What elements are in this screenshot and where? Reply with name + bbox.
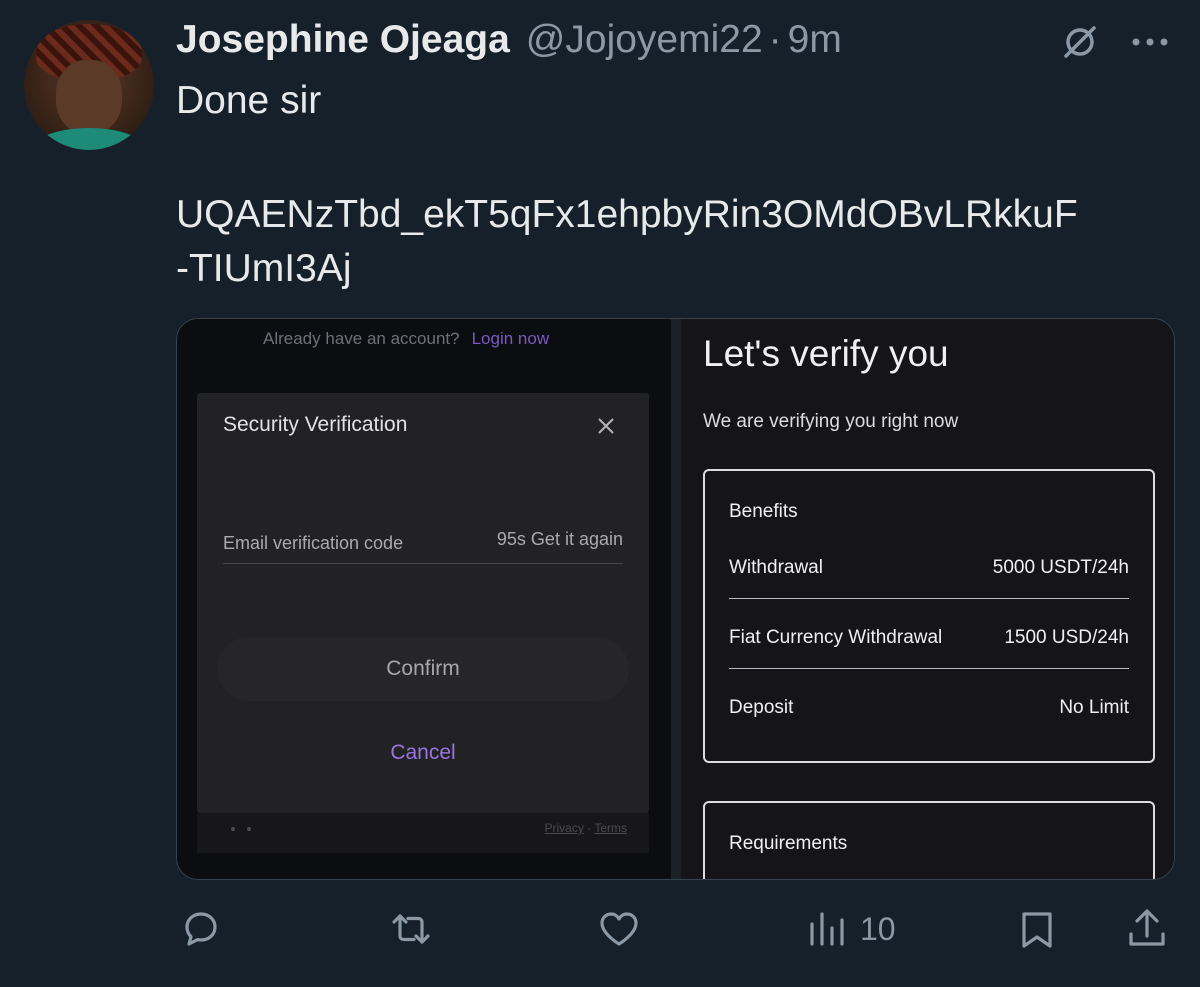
bookmark-button[interactable]	[1014, 904, 1060, 954]
benefit-value: 5000 USDT/24h	[992, 557, 1129, 578]
benefit-value: 1500 USD/24h	[1004, 627, 1129, 648]
face	[56, 60, 122, 134]
row-divider	[729, 598, 1129, 599]
avatar[interactable]	[24, 20, 154, 150]
requirements-card: Requirements	[703, 801, 1155, 879]
privacy-terms: Privacy · Terms	[545, 821, 627, 835]
already-label: Already have an account?	[263, 329, 460, 348]
verify-subtitle: We are verifying you right now	[703, 411, 959, 432]
grok-icon[interactable]	[1058, 20, 1102, 64]
close-icon	[598, 418, 614, 434]
reply-icon	[185, 912, 217, 946]
media-image-right[interactable]: Let's verify you We are verifying you ri…	[681, 319, 1174, 879]
benefit-label: Withdrawal	[729, 557, 823, 578]
tweet-text-line3: -TIUmI3Aj	[176, 247, 352, 290]
confirm-button: Confirm	[217, 637, 629, 701]
dots	[231, 827, 255, 831]
resend-countdown: 95s Get it again	[496, 529, 623, 549]
already-account-text: Already have an account? Login now	[263, 329, 549, 349]
benefits-title: Benefits	[729, 501, 798, 522]
privacy-link: Privacy	[544, 821, 584, 835]
benefit-label: Deposit	[729, 697, 794, 718]
modal-title: Security Verification	[223, 413, 408, 436]
heart-icon	[600, 912, 638, 946]
requirements-title: Requirements	[729, 833, 848, 854]
terms-link: Terms	[594, 821, 627, 835]
privacy-terms-dot: ·	[587, 821, 592, 835]
benefits-card: Benefits Withdrawal 5000 USDT/24h Fiat C…	[703, 469, 1155, 763]
like-button[interactable]	[596, 904, 642, 954]
tweet-actions: 10	[0, 900, 1200, 960]
media-divider	[671, 319, 681, 879]
reply-button[interactable]	[178, 904, 224, 954]
views-count: 10	[860, 910, 896, 947]
media-image-left[interactable]: Already have an account? Login now Securi…	[177, 319, 671, 879]
timestamp[interactable]: 9m	[788, 18, 842, 62]
verify-title: Let's verify you	[703, 333, 949, 374]
header-separator: ·	[768, 18, 782, 61]
views-button[interactable]: 10	[804, 904, 896, 954]
row-divider	[729, 668, 1129, 669]
tweet-media[interactable]: Already have an account? Login now Securi…	[176, 318, 1175, 880]
author-handle[interactable]: @Jojoyemi22	[526, 18, 763, 62]
retweet-icon	[392, 914, 430, 944]
login-now-link: Login now	[471, 329, 550, 348]
tweet-header: Josephine Ojeaga @Jojoyemi22 · 9m	[176, 18, 842, 62]
author-name[interactable]: Josephine Ojeaga	[176, 18, 510, 62]
tweet-text-line1: Done sir	[176, 79, 322, 122]
tweet-text-line2: UQAENzTbd_ekT5qFx1ehpbyRin3OMdOBvLRkkuF	[176, 193, 1078, 236]
background-footer: Privacy · Terms	[197, 813, 649, 853]
share-icon	[1129, 909, 1165, 946]
more-icon[interactable]	[1128, 24, 1172, 60]
field-underline	[223, 563, 623, 564]
email-code-label: Email verification code	[223, 533, 404, 553]
share-button[interactable]	[1124, 904, 1170, 954]
bookmark-icon	[1022, 912, 1052, 948]
benefit-label: Fiat Currency Withdrawal	[729, 627, 943, 648]
shirt	[34, 128, 144, 150]
security-verification-modal: Security Verification Email verification…	[197, 393, 649, 813]
cancel-button: Cancel	[390, 741, 456, 764]
analytics-icon	[810, 912, 844, 946]
benefit-value: No Limit	[1059, 697, 1129, 718]
retweet-button[interactable]	[388, 904, 434, 954]
